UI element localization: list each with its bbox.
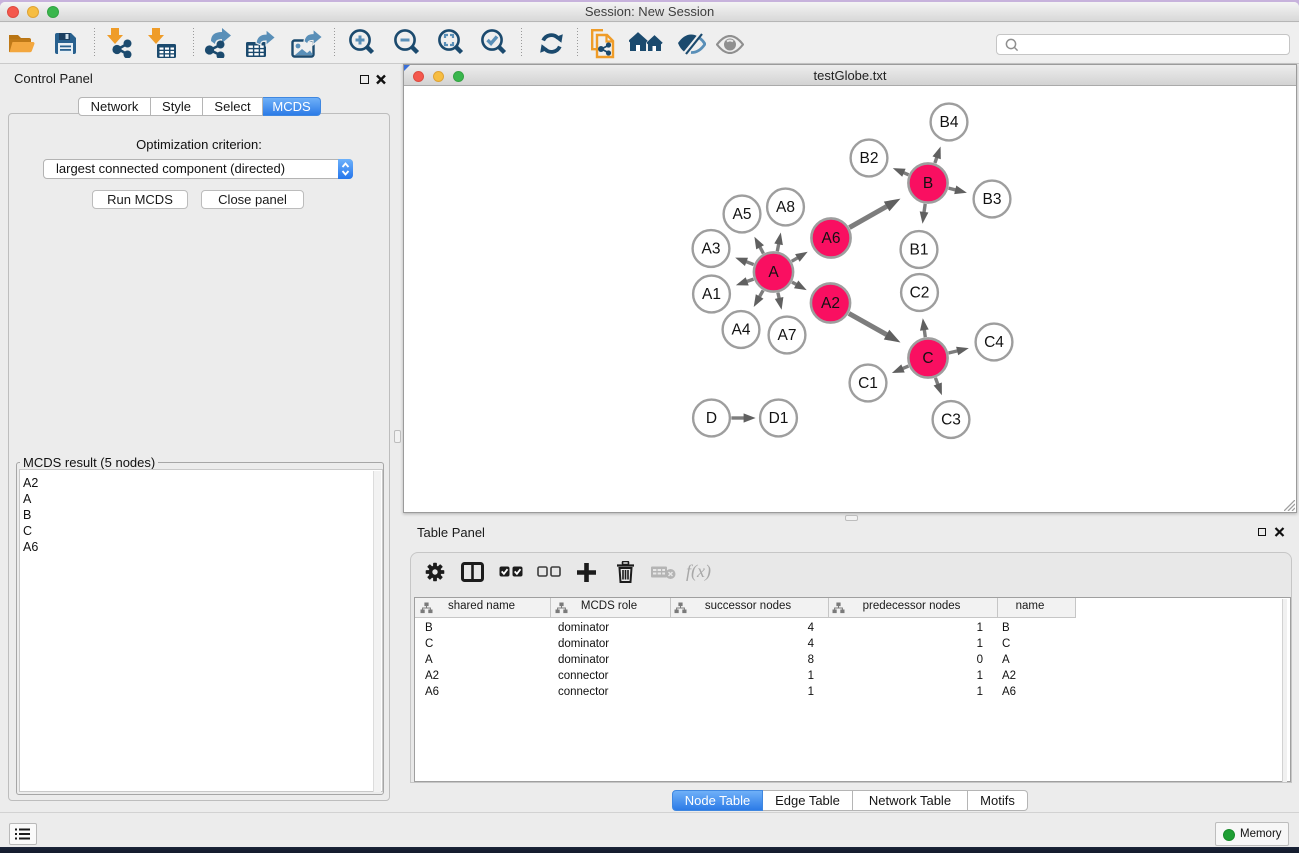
svg-text:A2: A2 (821, 295, 840, 312)
svg-text:B1: B1 (910, 242, 929, 259)
svg-text:A5: A5 (733, 206, 752, 223)
svg-text:A4: A4 (732, 322, 751, 339)
svg-text:A1: A1 (702, 286, 721, 303)
svg-text:C: C (922, 350, 933, 367)
svg-text:A6: A6 (822, 230, 841, 247)
svg-text:C2: C2 (910, 285, 930, 302)
svg-text:D: D (706, 410, 717, 427)
svg-text:C1: C1 (858, 375, 878, 392)
svg-text:C3: C3 (941, 412, 961, 429)
svg-text:D1: D1 (769, 410, 789, 427)
svg-text:C4: C4 (984, 334, 1004, 351)
svg-text:B: B (923, 175, 933, 192)
svg-text:B4: B4 (940, 114, 959, 131)
svg-text:A: A (768, 264, 779, 281)
svg-text:A7: A7 (778, 327, 797, 344)
svg-text:A3: A3 (702, 241, 721, 258)
svg-text:A8: A8 (776, 199, 795, 216)
svg-text:B3: B3 (983, 191, 1002, 208)
svg-text:B2: B2 (860, 150, 879, 167)
